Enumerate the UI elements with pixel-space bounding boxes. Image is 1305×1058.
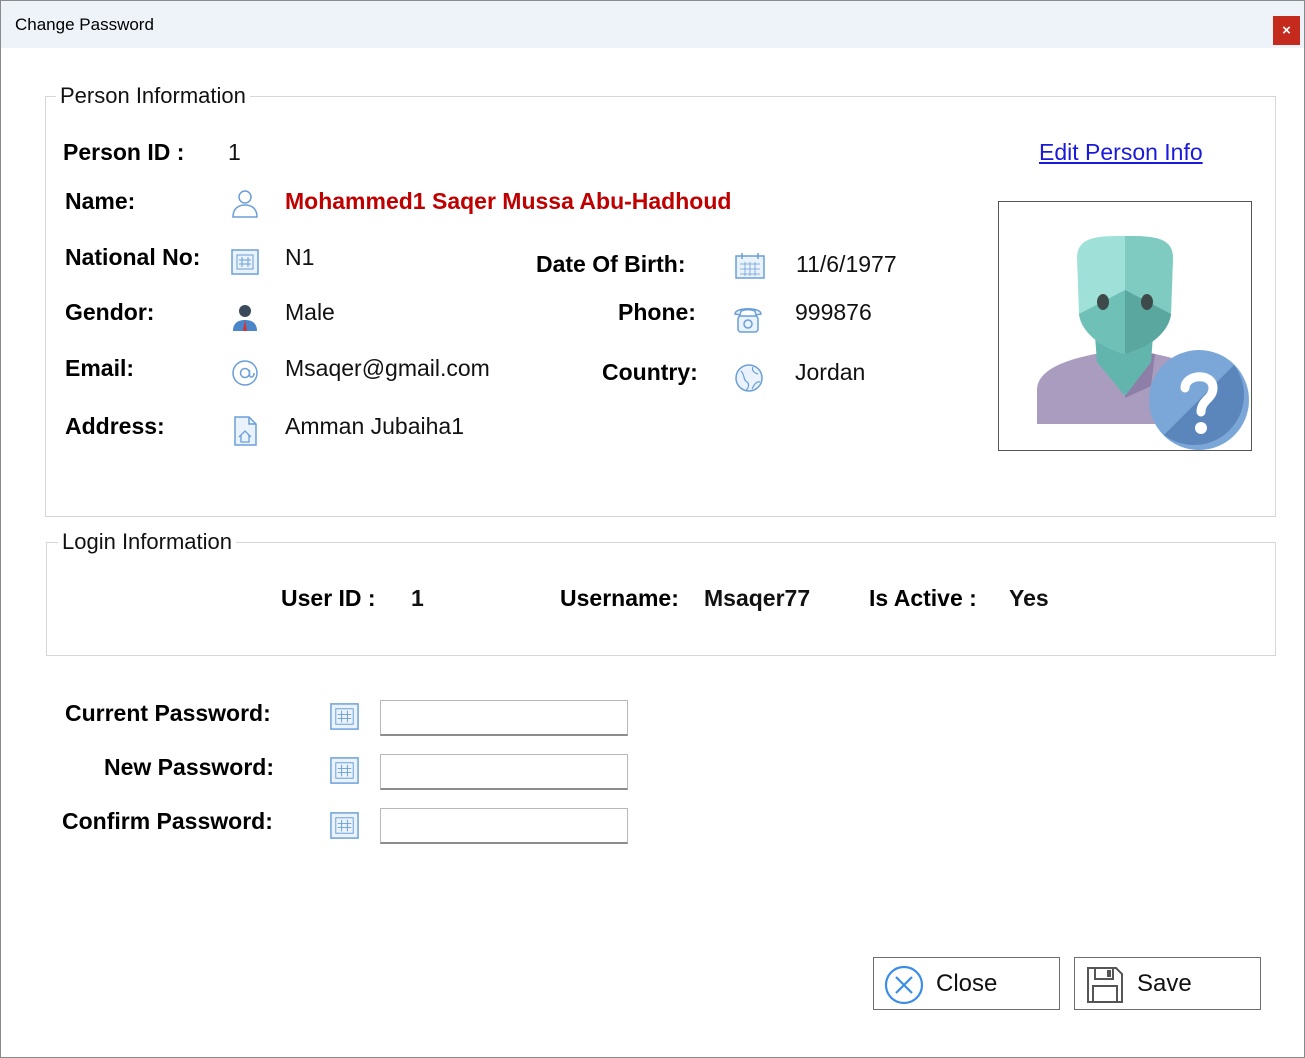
save-disk-icon <box>1087 967 1123 1003</box>
new-password-icon <box>330 757 359 784</box>
gender-label: Gendor: <box>65 299 155 325</box>
new-password-input[interactable] <box>380 754 628 790</box>
username-value: Msaqer77 <box>704 585 811 611</box>
email-label: Email: <box>65 355 135 381</box>
close-button-label: Close <box>936 970 998 997</box>
current-password-icon <box>330 703 359 730</box>
national-no-value: N1 <box>285 244 315 270</box>
username-label: Username: <box>560 585 679 611</box>
window-close-button[interactable]: × <box>1273 16 1300 45</box>
person-id-value: 1 <box>228 139 241 165</box>
current-password-input[interactable] <box>380 700 628 736</box>
login-info-legend: Login Information <box>58 529 236 555</box>
confirm-password-icon <box>330 812 359 839</box>
phone-icon <box>734 308 762 333</box>
dob-value: 11/6/1977 <box>796 251 897 277</box>
dob-label: Date Of Birth: <box>536 251 686 277</box>
globe-icon <box>735 364 763 392</box>
user-id-label: User ID : <box>281 585 376 611</box>
address-doc-icon <box>234 416 257 446</box>
unknown-person-photo <box>1037 236 1249 450</box>
close-circle-icon <box>884 965 924 1005</box>
person-info-legend: Person Information <box>56 83 250 109</box>
address-value: Amman Jubaiha1 <box>285 413 464 439</box>
person-photo-frame <box>998 201 1252 451</box>
country-label: Country: <box>602 359 698 385</box>
is-active-value: Yes <box>1009 585 1049 611</box>
id-card-icon <box>231 249 259 275</box>
gender-value: Male <box>285 299 335 325</box>
address-label: Address: <box>65 413 165 439</box>
phone-label: Phone: <box>618 299 696 325</box>
current-password-label: Current Password: <box>65 700 271 726</box>
at-sign-icon <box>232 360 258 386</box>
is-active-label: Is Active : <box>869 585 977 611</box>
save-button-label: Save <box>1137 970 1192 997</box>
name-label: Name: <box>65 188 136 214</box>
email-value: Msaqer@gmail.com <box>285 355 490 381</box>
calendar-icon <box>735 253 765 279</box>
male-user-icon <box>233 305 257 331</box>
change-password-window: Change Password × Person Information Per… <box>0 0 1305 1058</box>
phone-value: 999876 <box>795 299 872 325</box>
new-password-label: New Password: <box>104 754 274 780</box>
person-outline-icon <box>232 190 258 218</box>
confirm-password-input[interactable] <box>380 808 628 844</box>
title-bar: Change Password × <box>1 1 1304 48</box>
user-id-value: 1 <box>411 585 424 611</box>
window-title: Change Password <box>15 15 154 34</box>
edit-person-info-link[interactable]: Edit Person Info <box>1039 139 1203 166</box>
confirm-password-label: Confirm Password: <box>62 808 273 834</box>
save-button[interactable]: Save <box>1074 957 1261 1010</box>
country-value: Jordan <box>795 359 866 385</box>
national-no-label: National No: <box>65 244 201 270</box>
person-id-label: Person ID : <box>63 139 185 165</box>
name-value: Mohammed1 Saqer Mussa Abu-Hadhoud <box>285 188 732 214</box>
close-button[interactable]: Close <box>873 957 1060 1010</box>
